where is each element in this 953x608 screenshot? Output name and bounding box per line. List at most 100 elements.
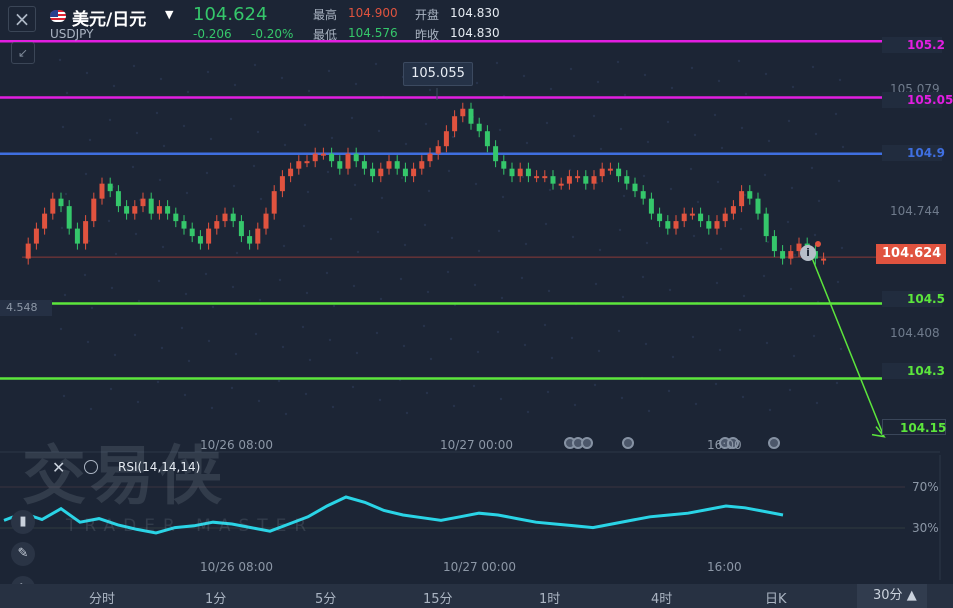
- map-dot: [231, 285, 235, 289]
- map-dot: [355, 351, 359, 355]
- event-marker[interactable]: [622, 437, 634, 449]
- candle-body: [550, 176, 556, 184]
- map-dot: [325, 271, 329, 275]
- candle-body: [296, 161, 302, 169]
- level-label-104-5: 104.5: [882, 291, 945, 307]
- map-dot: [305, 291, 309, 295]
- candle-body: [165, 206, 171, 214]
- draw-pencil-icon[interactable]: ✎: [11, 542, 35, 566]
- map-dot: [374, 62, 378, 66]
- candle-body: [386, 161, 392, 169]
- map-dot: [327, 69, 331, 73]
- settings-icon[interactable]: [84, 460, 98, 474]
- candle-body: [501, 161, 507, 169]
- map-dot: [229, 117, 233, 121]
- candle-body: [575, 176, 581, 179]
- map-dot: [405, 411, 409, 415]
- candle-body: [173, 213, 179, 222]
- map-dot: [65, 91, 69, 95]
- open-value: 104.830: [450, 6, 500, 20]
- prev-close-value: 104.830: [450, 26, 500, 40]
- candle-body: [58, 198, 64, 207]
- symbol-dropdown-icon[interactable]: ▼: [165, 8, 173, 21]
- map-dot: [253, 63, 257, 67]
- map-dot: [158, 178, 162, 182]
- map-dot: [550, 356, 554, 360]
- map-dot: [256, 130, 260, 134]
- candle-body: [42, 213, 48, 229]
- map-dot: [252, 164, 256, 168]
- candle-body: [427, 153, 433, 162]
- price-change: -0.206: [193, 27, 232, 41]
- map-dot: [810, 166, 814, 170]
- map-dot: [524, 242, 528, 246]
- candle-body: [591, 176, 597, 184]
- map-dot: [763, 173, 767, 177]
- candle-body: [763, 213, 769, 237]
- map-dot: [377, 129, 381, 133]
- candle-body: [304, 161, 310, 164]
- map-dot: [500, 296, 504, 300]
- map-dot: [62, 394, 66, 398]
- map-dot: [284, 412, 288, 416]
- map-dot: [257, 399, 261, 403]
- event-marker[interactable]: [768, 437, 780, 449]
- period-tab-timeshare[interactable]: 分时: [89, 588, 115, 607]
- map-dot: [185, 191, 189, 195]
- candle-body: [534, 176, 540, 179]
- period-tab-30m-selected[interactable]: 30分 ▲: [857, 584, 927, 608]
- map-dot: [304, 392, 308, 396]
- map-dot: [714, 382, 718, 386]
- close-icon[interactable]: ×: [8, 6, 36, 32]
- period-tab-daily[interactable]: 日K: [765, 588, 787, 607]
- forecast-arrow-line: [811, 257, 885, 437]
- map-dot: [332, 304, 336, 308]
- map-dot: [549, 87, 553, 91]
- rsi-time-label: 10/26 08:00: [200, 560, 273, 574]
- map-dot: [593, 383, 597, 387]
- map-dot: [717, 79, 721, 83]
- map-dot: [64, 192, 68, 196]
- candle-body: [599, 168, 605, 177]
- map-dot: [429, 357, 433, 361]
- map-dot: [161, 245, 165, 249]
- candle-body: [640, 191, 646, 199]
- period-tab-1h[interactable]: 1时: [539, 588, 560, 607]
- candle-body: [722, 213, 728, 222]
- map-dot: [839, 347, 843, 351]
- candle-body: [657, 213, 663, 222]
- rsi-close-icon[interactable]: ✕: [52, 458, 65, 477]
- map-dot: [113, 353, 117, 357]
- period-tab-1m[interactable]: 1分: [205, 588, 226, 607]
- map-dot: [644, 342, 648, 346]
- candle-body: [50, 198, 56, 214]
- map-dot: [817, 199, 821, 203]
- map-dot: [157, 279, 161, 283]
- map-dot: [424, 122, 428, 126]
- map-dot: [283, 143, 287, 147]
- period-tab-4h[interactable]: 4时: [651, 588, 672, 607]
- period-tab-5m[interactable]: 5分: [315, 588, 336, 607]
- time-label: 10/27 00:00: [440, 438, 513, 452]
- map-dot: [791, 85, 795, 89]
- map-dot: [450, 236, 454, 240]
- map-dot: [307, 89, 311, 93]
- info-icon[interactable]: i: [800, 245, 816, 261]
- collapse-icon[interactable]: ↙: [11, 42, 35, 64]
- map-dot: [446, 270, 450, 274]
- candle-body: [468, 108, 474, 124]
- map-dot: [209, 137, 213, 141]
- period-tab-15m[interactable]: 15分: [423, 588, 453, 607]
- rsi-level-70: 70%: [912, 480, 939, 494]
- map-dot: [107, 219, 111, 223]
- event-marker[interactable]: [581, 437, 593, 449]
- map-dot: [354, 82, 358, 86]
- candle-body: [665, 221, 671, 229]
- candle-body: [83, 221, 89, 244]
- candle-body: [238, 221, 244, 237]
- map-dot: [350, 116, 354, 120]
- candle-body: [279, 176, 285, 192]
- indicator-icon[interactable]: ▮: [11, 510, 35, 534]
- map-dot: [692, 234, 696, 238]
- map-dot: [349, 217, 353, 221]
